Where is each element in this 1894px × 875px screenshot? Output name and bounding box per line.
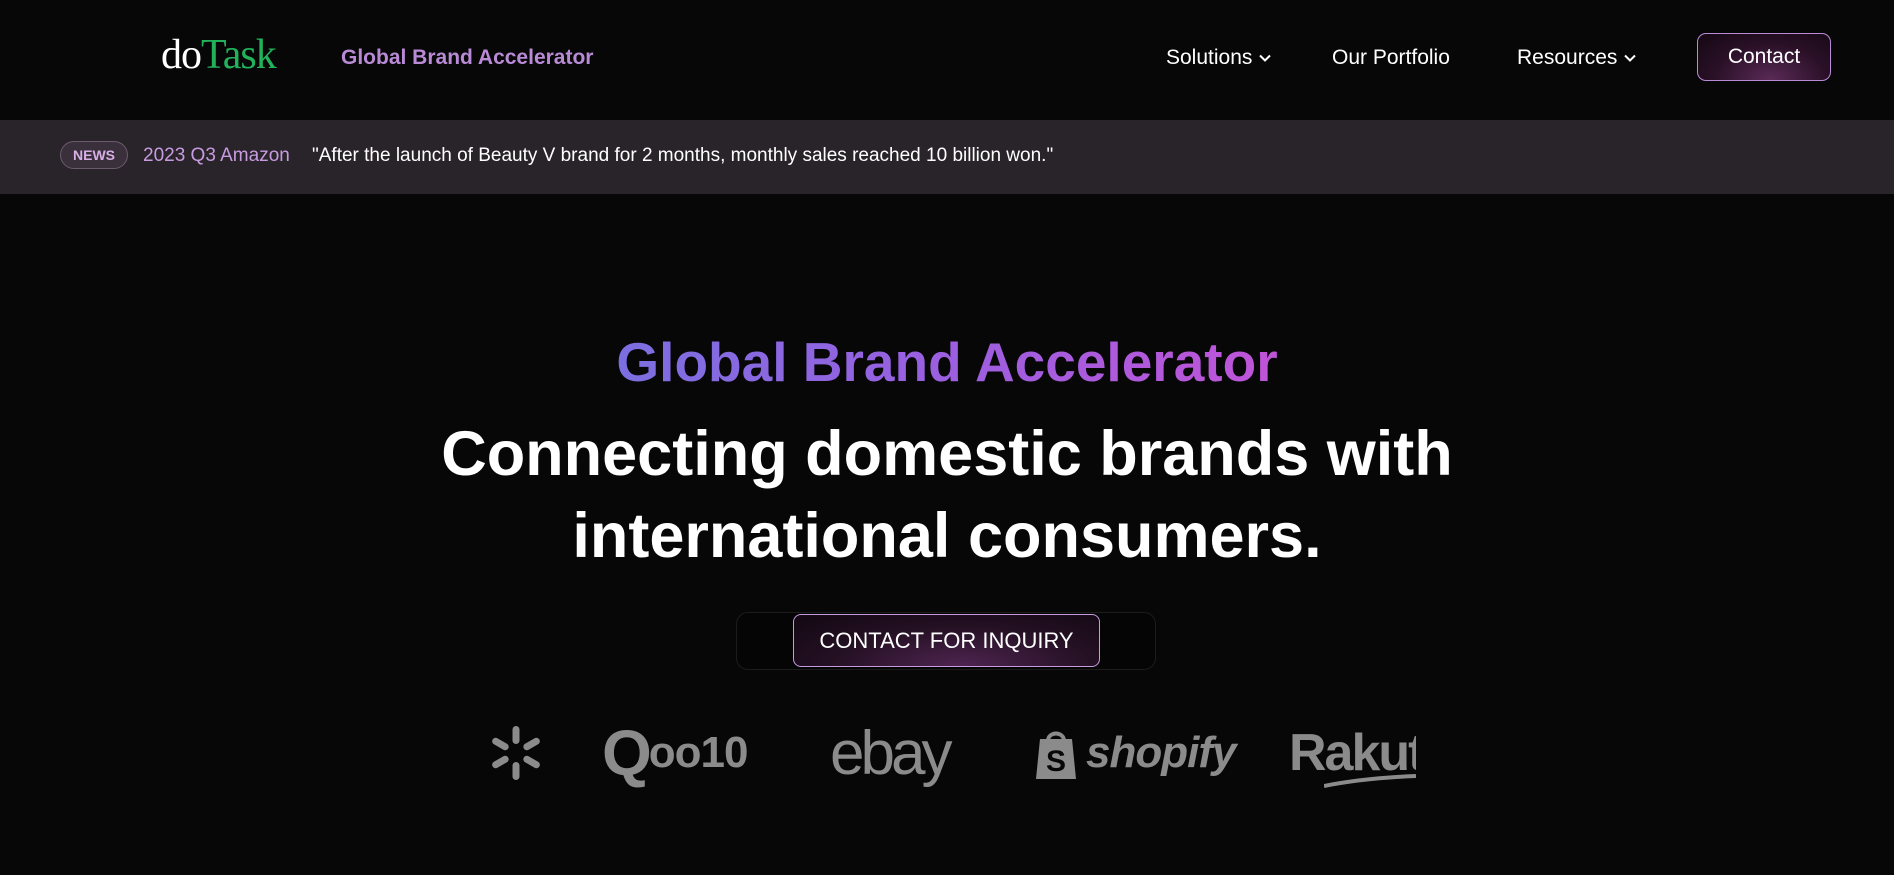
news-headline[interactable]: "After the launch of Beauty V brand for … (312, 144, 1053, 168)
header-tagline: Global Brand Accelerator (341, 46, 594, 69)
contact-for-inquiry-button[interactable]: CONTACT FOR INQUIRY (793, 614, 1100, 667)
nav-our-portfolio[interactable]: Our Portfolio (1332, 44, 1450, 72)
nav-solutions-label: Solutions (1166, 46, 1253, 69)
hero-title-line-1: Connecting domestic brands with (441, 419, 1453, 489)
nav-resources[interactable]: Resources (1517, 44, 1637, 72)
nav-solutions[interactable]: Solutions (1166, 44, 1272, 72)
chevron-down-icon (1624, 54, 1637, 62)
walmart-spark-icon (476, 720, 540, 786)
site-header: doTask Global Brand Accelerator Solution… (0, 0, 1894, 120)
nav-portfolio-label: Our Portfolio (1332, 46, 1450, 69)
hero-subtitle: Global Brand Accelerator (0, 330, 1894, 394)
news-source: 2023 Q3 Amazon (143, 145, 290, 166)
shopify-logo: S shopify (1032, 712, 1236, 794)
contact-button[interactable]: Contact (1697, 33, 1831, 81)
hero-subtitle-text: Global Brand Accelerator (616, 331, 1278, 393)
hero-title-line-2: international consumers. (572, 501, 1322, 571)
dotask-logo[interactable]: doTask (161, 30, 277, 80)
ebay-logo: ebay (830, 718, 952, 788)
news-ticker[interactable]: NEWS 2023 Q3 Amazon "After the launch of… (0, 120, 1894, 194)
hero-title: Connecting domestic brands with internat… (0, 413, 1894, 577)
news-badge: NEWS (60, 141, 128, 169)
logo-task-text: Task (201, 32, 277, 78)
qoo10-logo-q: Q (602, 717, 652, 789)
partner-logos: Qoo10 ebay S shopify Rakut (476, 712, 1416, 794)
shopify-wordmark: shopify (1086, 728, 1236, 777)
logo-do-text: do (161, 32, 202, 78)
shopify-bag-icon: S (1036, 731, 1076, 779)
rakuten-swoosh-icon (1324, 774, 1416, 788)
nav-resources-label: Resources (1517, 46, 1618, 69)
qoo10-logo: Qoo10 (602, 712, 749, 794)
walmart-logo (476, 712, 542, 794)
qoo10-logo-rest: oo10 (648, 728, 749, 777)
chevron-down-icon (1259, 54, 1272, 62)
svg-text:S: S (1046, 745, 1066, 778)
